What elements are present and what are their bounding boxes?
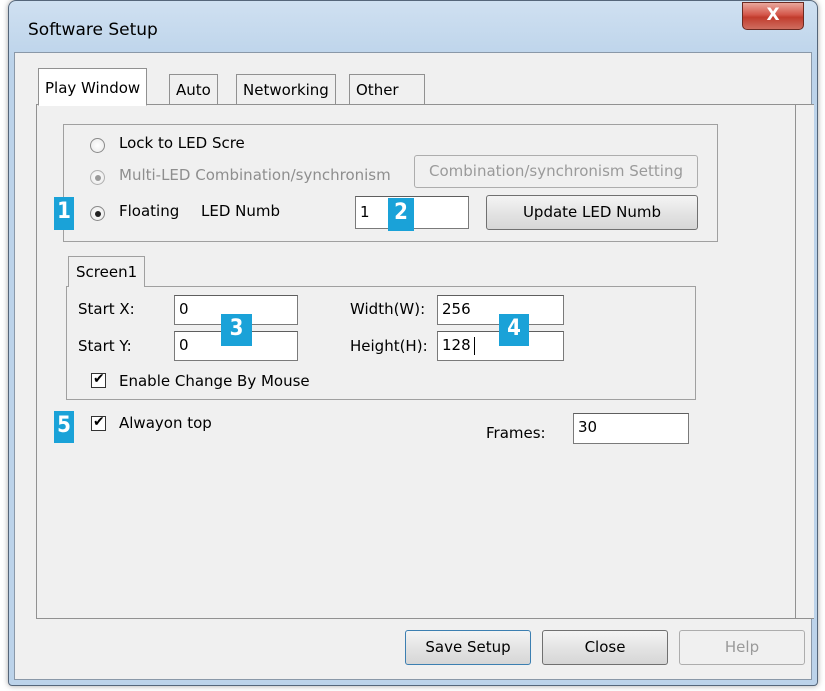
annotation-badge-2: 2 (388, 198, 414, 231)
frames-label: Frames: (486, 424, 546, 442)
led-numb-label: LED Numb (201, 202, 281, 220)
combination-settings-button[interactable]: Combination/synchronism Setting (414, 155, 698, 188)
annotation-badge-1: 1 (54, 197, 74, 230)
radio-multi-led[interactable] (90, 170, 105, 185)
annotation-badge-3: 3 (221, 314, 252, 346)
annotation-badge-4: 4 (499, 314, 529, 346)
update-led-numb-button[interactable]: Update LED Numb (486, 195, 698, 230)
radio-floating[interactable] (90, 206, 105, 221)
annotation-badge-5: 5 (54, 411, 74, 443)
close-icon: X (766, 5, 780, 25)
width-label: Width(W): (350, 300, 426, 318)
radio-lock-to-led[interactable] (90, 138, 105, 153)
text-cursor (474, 337, 475, 355)
enable-change-by-mouse-label: Enable Change By Mouse (119, 372, 310, 390)
tab-other[interactable]: Other (349, 74, 425, 104)
tab-play-window[interactable]: Play Window (38, 68, 148, 106)
enable-change-by-mouse-checkbox[interactable] (91, 371, 106, 388)
radio-multi-led-label: Multi-LED Combination/synchronism (119, 166, 391, 184)
tab-auto[interactable]: Auto (169, 74, 218, 104)
tab-networking[interactable]: Networking (236, 74, 336, 104)
save-setup-button[interactable]: Save Setup (405, 630, 531, 665)
window-title: Software Setup (28, 20, 158, 40)
radio-floating-label: Floating (119, 202, 180, 220)
start-x-label: Start X: (78, 300, 135, 318)
tab-screen1[interactable]: Screen1 (68, 256, 146, 287)
close-button[interactable]: Close (542, 630, 668, 665)
close-window-button[interactable]: X (742, 2, 804, 30)
radio-lock-to-led-label: Lock to LED Scre (119, 134, 245, 152)
always-on-top-label: Alwayon top (119, 414, 212, 432)
help-button[interactable]: Help (679, 630, 805, 665)
start-y-label: Start Y: (78, 337, 132, 355)
always-on-top-checkbox[interactable] (91, 414, 106, 431)
frames-input[interactable]: 30 (573, 413, 689, 444)
height-label: Height(H): (350, 337, 428, 355)
